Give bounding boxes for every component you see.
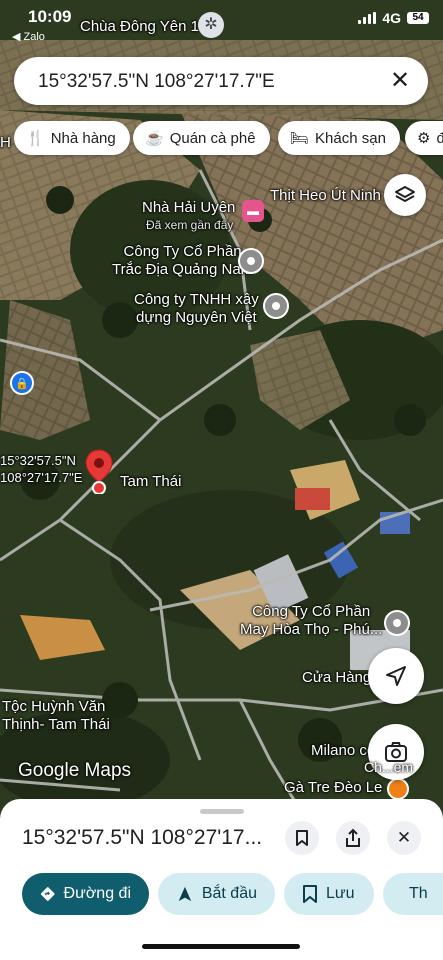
close-sheet-button[interactable]: ✕ [387,821,421,855]
map-label-may-hoa-tho[interactable]: Công Ty Cổ Phần May Hòa Thọ - Phú... [240,603,382,639]
my-location-button[interactable] [368,648,424,704]
network-type: 4G [382,10,401,26]
bookmark-icon [296,830,308,846]
close-icon: ✕ [396,828,412,847]
battery-icon: 54 [407,12,429,24]
start-button[interactable]: Bắt đầu [158,873,275,915]
search-query[interactable]: 15°32'57.5"N 108°27'17.7"E [38,71,275,93]
place-pin-icon[interactable] [384,610,410,636]
navigation-icon [178,886,192,902]
action-label: Bắt đầu [201,885,257,902]
status-time: 10:09 [28,7,72,26]
chip-label: Nhà hàng [50,129,116,147]
dropped-pin-coordinates-label: 15°32'57.5"N 108°27'17.7"E [0,453,83,485]
restaurant-pin-icon[interactable] [387,778,409,800]
place-pin-icon[interactable] [263,293,289,319]
lens-label: Ch...em [364,759,414,775]
chip-label: Khách sạn [315,129,386,147]
map-label-nguyen-viet[interactable]: Công ty TNHH xây dựng Nguyên Việt [134,291,259,327]
navigation-arrow-icon [386,666,406,686]
save-button[interactable]: Lưu [284,873,374,915]
coffee-icon: ☕ [145,130,164,147]
lock-pin-icon[interactable]: 🔒 [10,371,34,395]
home-indicator[interactable] [142,944,300,949]
save-bookmark-button[interactable] [285,821,319,855]
hotel-pin-icon[interactable]: ▬ [242,200,264,222]
map-label-ga-tre[interactable]: Gà Tre Đèo Le [284,779,382,797]
directions-button[interactable]: Đường đi [22,873,149,915]
place-coordinates-title: 15°32'57.5"N 108°27'17... [22,826,263,849]
action-label: Th [409,885,428,902]
chip-cafes[interactable]: ☕ Quán cà phê [133,121,270,155]
map-label-toc-huynh[interactable]: Tộc Huỳnh Văn Thịnh- Tam Thái [2,698,110,734]
gear-icon: ✲ [198,12,224,38]
restaurant-icon: 🍴 [26,130,45,147]
chip-label: Quán cà phê [169,129,256,147]
gear-icon: ⚙ [417,130,431,147]
chip-label: đ [436,129,443,147]
signal-icon [358,12,377,24]
map-label-thit-heo[interactable]: Thịt Heo Út Ninh [270,187,381,205]
share-icon [346,828,360,847]
map-label-trac-dia[interactable]: Công Ty Cổ Phần Trắc Địa Quảng Nam [112,243,253,279]
category-chips: 🍴 Nhà hàng ☕ Quán cà phê 🛏 Khách sạn ⚙ đ [0,121,443,155]
hotel-icon: 🛏 [290,130,310,147]
action-label: Đường đi [63,885,131,902]
bookmark-icon [303,885,317,903]
share-button[interactable] [336,821,370,855]
sheet-drag-handle[interactable] [200,809,244,814]
layers-button[interactable] [384,174,426,216]
dropped-pin-icon[interactable] [84,448,114,494]
google-maps-watermark: Google Maps [18,760,132,781]
map-label-tam-thai[interactable]: Tam Thái [120,473,181,491]
action-label: Lưu [326,885,355,902]
more-action-button[interactable]: Th [383,873,443,915]
directions-icon [40,887,55,901]
map-label-cua-hang[interactable]: Cửa Hàng [302,669,371,687]
place-pin-icon[interactable] [238,248,264,274]
chip-more[interactable]: ⚙ đ [405,121,443,155]
chip-hotels[interactable]: 🛏 Khách sạn [278,121,400,155]
map-label-nha-hai-uyen[interactable]: Nhà Hải Uyên [142,199,235,217]
search-bar[interactable]: 15°32'57.5"N 108°27'17.7"E ✕ [14,57,428,105]
chip-restaurants[interactable]: 🍴 Nhà hàng [14,121,130,155]
close-icon[interactable]: ✕ [386,67,414,95]
layers-icon [395,186,415,202]
back-to-app-link[interactable]: ◀ Zalo [12,30,45,43]
map-label-recently-viewed: Đã xem gần đây [146,218,234,232]
